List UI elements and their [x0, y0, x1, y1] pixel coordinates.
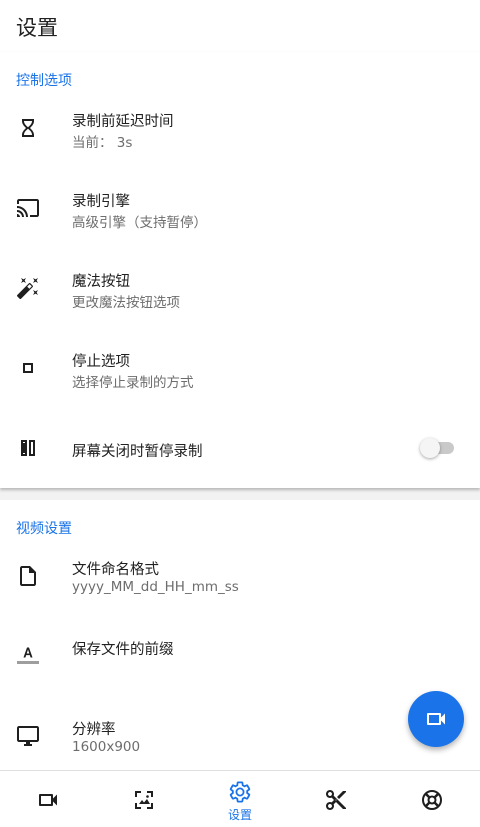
start-recording-fab[interactable] [408, 691, 464, 747]
pause-icon [16, 436, 40, 460]
stop-options-label: 停止选项 [72, 354, 130, 370]
bottom-navigation: 设置 [0, 770, 480, 827]
pause-on-screen-off-setting[interactable]: 屏幕关闭时暂停录制 [0, 408, 480, 488]
record-engine-setting[interactable]: 录制引擎 高级引擎（支持暂停） [0, 180, 480, 260]
toggle-thumb [420, 438, 440, 458]
filename-format-setting[interactable]: 文件命名格式 yyyy_MM_dd_HH_mm_ss [0, 546, 480, 626]
control-section-title: 控制选项 [16, 73, 72, 89]
video-section-title: 视频设置 [16, 521, 72, 537]
record-delay-setting[interactable]: 录制前延迟时间 当前： 3s [0, 100, 480, 180]
stop-icon [16, 356, 40, 380]
filename-format-value: yyyy_MM_dd_HH_mm_ss [72, 579, 239, 595]
screenshot-icon [132, 788, 156, 812]
lifebuoy-icon [420, 788, 444, 812]
settings-icon [228, 780, 252, 804]
page-title: 设置 [16, 16, 58, 40]
magic-wand-icon [16, 276, 40, 300]
monitor-icon [16, 724, 40, 748]
video-settings-card: 视频设置 文件命名格式 yyyy_MM_dd_HH_mm_ss 保存文件的前缀 … [0, 500, 480, 770]
text-format-icon [16, 642, 40, 666]
nav-tab-settings[interactable]: 设置 [192, 771, 288, 827]
hourglass-icon [16, 116, 40, 140]
record-engine-label: 录制引擎 [72, 194, 130, 210]
magic-button-value: 更改魔法按钮选项 [72, 295, 180, 311]
app-header: 设置 [0, 0, 480, 52]
pause-on-screen-off-label: 屏幕关闭时暂停录制 [72, 444, 203, 460]
nav-tab-help[interactable] [384, 771, 480, 827]
nav-tab-edit[interactable] [288, 771, 384, 827]
cast-icon [16, 196, 40, 220]
nav-tab-settings-label: 设置 [227, 808, 252, 822]
nav-tab-record[interactable] [0, 771, 96, 827]
scissors-icon [324, 788, 348, 812]
record-delay-value: 当前： 3s [72, 135, 133, 151]
videocam-icon [36, 788, 60, 812]
settings-screen: 设置 控制选项 录制前延迟时间 当前： 3s 录制引擎 高级引擎（支持暂停） 魔… [0, 0, 480, 827]
stop-options-value: 选择停止录制的方式 [72, 375, 194, 391]
filename-format-label: 文件命名格式 [72, 562, 159, 578]
nav-tab-screenshots[interactable] [96, 771, 192, 827]
file-prefix-label: 保存文件的前缀 [72, 642, 174, 658]
magic-button-setting[interactable]: 魔法按钮 更改魔法按钮选项 [0, 260, 480, 340]
resolution-value: 1600x900 [72, 739, 141, 755]
control-options-card: 控制选项 录制前延迟时间 当前： 3s 录制引擎 高级引擎（支持暂停） 魔法按钮… [0, 52, 480, 488]
record-engine-value: 高级引擎（支持暂停） [72, 215, 207, 231]
file-icon [16, 564, 40, 588]
magic-button-label: 魔法按钮 [72, 274, 130, 290]
pause-on-screen-off-toggle[interactable] [420, 436, 454, 460]
videocam-icon [424, 707, 448, 731]
record-delay-label: 录制前延迟时间 [72, 114, 174, 130]
file-prefix-setting[interactable]: 保存文件的前缀 [0, 626, 480, 706]
resolution-label: 分辨率 [72, 722, 116, 738]
